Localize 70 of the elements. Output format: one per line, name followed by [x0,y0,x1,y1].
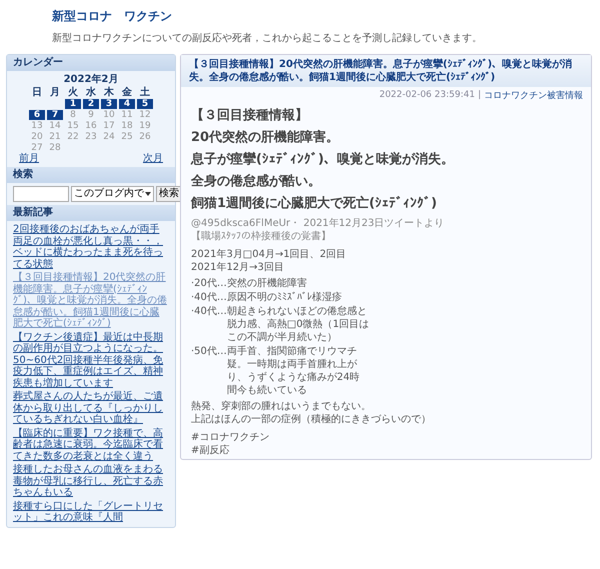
weekday-label: 木 [103,87,115,98]
article-heading: 【３回目接種情報】 [191,107,309,124]
calendar-day: 26 [137,132,153,142]
calendar-day: 13 [29,121,45,131]
meta-separator: | [478,90,481,102]
calendar-day-link[interactable]: 5 [137,99,153,109]
calendar-day: 22 [65,132,81,142]
article-paragraph: 2021年3月□04月→1回目、2回目 2021年12月→3回目 [191,248,348,274]
article-heading: 20代突然の肝機能障害。 [191,129,340,146]
recent-article-link[interactable]: 【ワクチン後遺症】最近は中長期の副作用が目立つようになった。50~60代2回接種半年後発病、免疫力低下、重症例はエイズ、精神疾患も増加しています [13,332,169,389]
calendar-day: 20 [29,132,45,142]
weekday-label: 月 [49,87,61,98]
calendar-day: 25 [119,132,135,142]
article-heading: 息子が痙攣(ｼｪﾃﾞｨﾝｸﾞ)、嗅覚と味覚が消失。 [191,151,455,168]
recent-heading: 最新記事 [7,205,175,221]
calendar-day-link[interactable]: 3 [101,99,117,109]
search-button[interactable]: 検索 [156,186,182,202]
article-paragraph: 熱発、穿刺部の腫れはいうまでもない。 上記はほんの一部の症例（積極的にききづらいので） [191,400,432,426]
symptom-item: ·20代…突然の肝機能障害 [191,277,308,290]
calendar-day: 18 [119,121,135,131]
article-heading: 飼猫1週間後に心臓肥大で死亡(ｼｪﾃﾞｨﾝｸﾞ) [191,195,438,212]
calendar-day: 14 [47,121,63,131]
calendar-day: 19 [137,121,153,131]
weekday-label: 火 [67,87,79,98]
recent-article-link[interactable]: 接種したお母さんの血液をまわる毒物が母乳に移行し、死亡する赤ちゃんもいる [13,464,169,498]
calendar-day: 9 [83,110,99,120]
calendar-day: 28 [47,143,63,153]
recent-article-link[interactable]: 【臨床的に重要】ワク接種で、高齢者は急速に衰弱。今迄臨床で看てきた数多の老衰とは全く違う [13,428,169,462]
calendar-day: 15 [65,121,81,131]
weekday-label: 水 [84,87,97,98]
weekday-label: 日 [31,87,43,98]
calendar-day: 11 [119,110,135,120]
calendar-day: 27 [29,143,45,153]
calendar-day-link[interactable]: 6 [29,110,45,120]
article-paragraph: #コロナワクチン #副反応 [191,431,270,457]
category-link[interactable]: コロナワクチン被害情報 [484,90,583,102]
recent-article-link[interactable]: 葬式屋さんの人たちが最近、ご遺体から取り出してる『しっかりしているちぎれない白い血栓』 [13,391,169,426]
previous-month-link[interactable]: 前月 [19,153,39,165]
recent-article-link[interactable]: 接種すら口にした「グレートリセット」これの意味『人間 [13,500,169,524]
post-date: 2022-02-06 23:59:41 [379,90,475,102]
calendar-day-link[interactable]: 7 [47,110,63,120]
caret-icon [145,192,151,196]
tweet-source: @495dksca6FlMeUr・ 2021年12月23日ツイートより 【職場ｽﾀｯﾌの枠接種後の覚書】 [191,217,446,243]
symptom-item: ·40代…原因不明のﾐﾐｽﾞﾊﾞﾚ様湿疹 [191,291,343,304]
calendar-day: 23 [83,132,99,142]
calendar-day-link[interactable]: 1 [65,99,81,109]
calendar-day: 16 [83,121,99,131]
calendar-heading: カレンダー [7,55,175,71]
calendar-day: 17 [101,121,117,131]
calendar-day-link[interactable]: 2 [83,99,99,109]
weekday-label: 金 [121,87,133,98]
calendar-day: 10 [101,110,117,120]
article-title: 【３回目接種情報】20代突然の肝機能障害。息子が痙攣(ｼｪﾃﾞｨﾝｸﾞ)、嗅覚と味覚が消失。全身の倦怠感が酷い。飼猫1週間後に心臓肥大で死亡(ｼｪﾃﾞｨﾝｸﾞ) [181,55,591,87]
scope-select[interactable]: このブログ内で [71,186,154,202]
weekday-label: 土 [139,87,151,98]
calendar-day: 24 [101,132,117,142]
calendar-day: 8 [65,110,81,120]
calendar-day: 12 [137,110,153,120]
search-heading: 検索 [7,167,175,183]
symptom-item: ·50代…両手首、指関節痛でリウマチ 疑。一時期は両手首腫れ上が り、うずくような痛みが24時 間今も続いている [191,345,361,397]
recent-article-link[interactable]: 2回接種後のおばあちゃんが両手両足の血栓が悪化し真っ黒・・，ベッドに横たわったまま死を待ってる状態 [13,224,169,270]
article-heading: 全身の倦怠感が酷い。 [191,173,322,190]
calendar-month: 2022年2月 [62,74,120,86]
site-description: 新型コロナワクチンについての副反応や死者，これから起こることを予測し記録していきます。 [52,32,483,45]
symptom-item: ·40代…朝起きられないほどの倦怠感と 脱力感、高熱□0微熱（1回目は この不調が半月続いた） [191,305,370,344]
search-field[interactable] [13,186,69,202]
calendar-day-link[interactable]: 4 [119,99,135,109]
next-month-link[interactable]: 次月 [143,153,163,165]
calendar-day: 21 [47,132,63,142]
site-title[interactable]: 新型コロナ ワクチン [52,8,600,25]
